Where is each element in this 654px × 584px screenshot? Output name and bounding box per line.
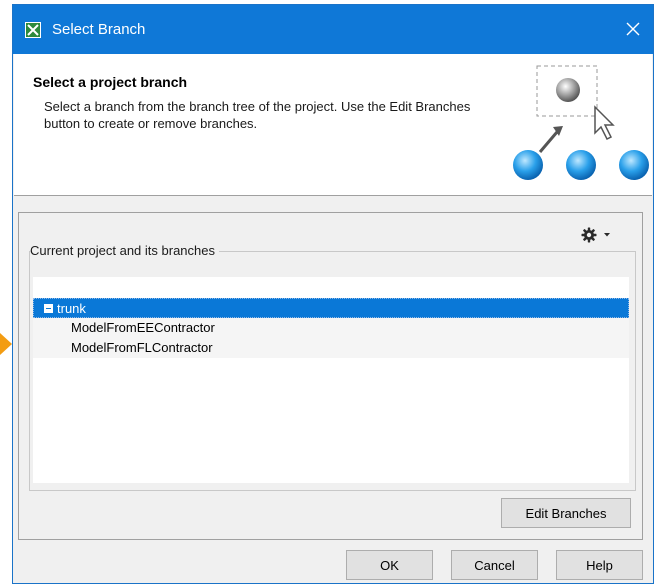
help-button[interactable]: Help [556, 550, 643, 580]
branch-tree[interactable]: trunk ModelFromEEContractor ModelFromFLC… [33, 277, 629, 483]
branch-illustration-icon [497, 54, 652, 194]
chevron-down-icon [604, 233, 610, 237]
branch-content-panel: Current project and its branches trunk M… [18, 212, 643, 540]
header-title: Select a project branch [33, 74, 188, 90]
tree-node-label: ModelFromFLContractor [71, 340, 213, 355]
tree-node-trunk[interactable]: trunk [33, 298, 629, 318]
tree-node-branch[interactable]: ModelFromFLContractor [33, 338, 629, 358]
cancel-button[interactable]: Cancel [451, 550, 538, 580]
branches-groupbox: Current project and its branches trunk M… [29, 243, 636, 491]
header-description: Select a branch from the branch tree of … [44, 99, 471, 131]
select-branch-dialog: Select Branch Select a project branch Se… [12, 4, 654, 584]
app-icon [25, 22, 41, 38]
tree-node-label: trunk [57, 301, 86, 316]
tree-node-label: ModelFromEEContractor [71, 320, 215, 335]
ok-button[interactable]: OK [346, 550, 433, 580]
edit-branches-button[interactable]: Edit Branches [501, 498, 631, 528]
settings-menu-button[interactable] [581, 225, 621, 245]
tree-node-branch[interactable]: ModelFromEEContractor [33, 318, 629, 338]
window-title: Select Branch [52, 21, 146, 38]
groupbox-label: Current project and its branches [30, 243, 219, 258]
orange-arrow-marker [0, 333, 12, 355]
close-button[interactable] [621, 17, 645, 41]
title-bar[interactable]: Select Branch [13, 5, 653, 54]
collapse-toggle-icon[interactable] [44, 304, 53, 313]
header-panel: Select a project branch Select a branch … [14, 54, 652, 196]
close-icon [626, 22, 640, 36]
gear-icon [581, 227, 597, 243]
